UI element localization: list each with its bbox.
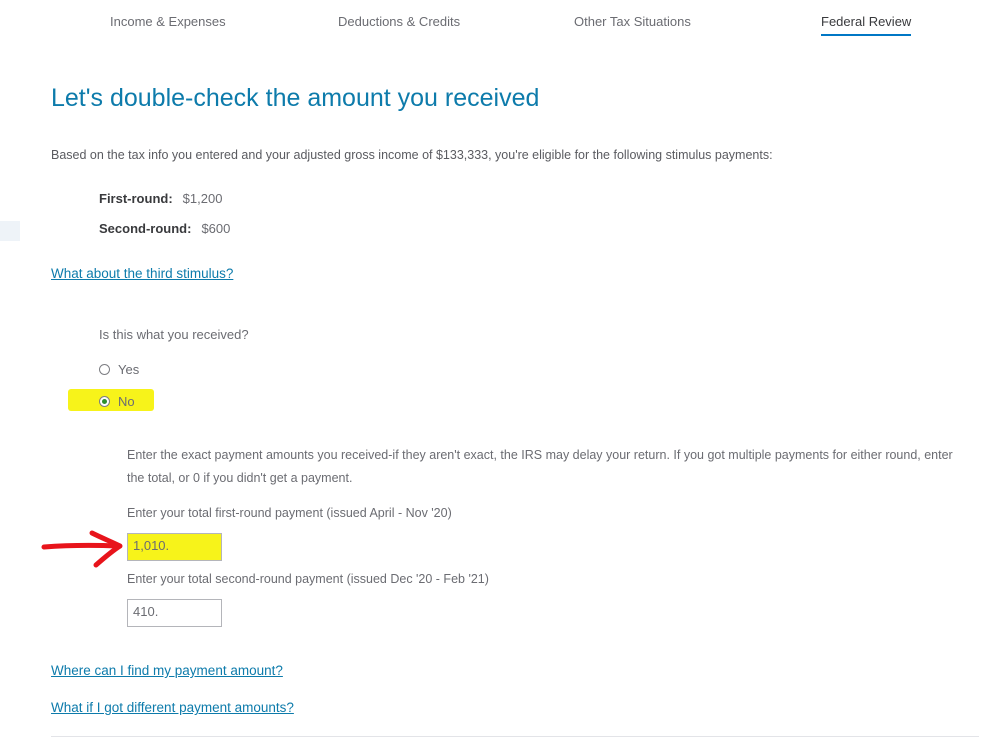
payment-label: Second-round:	[99, 221, 192, 236]
progress-tabs: Income & Expenses Deductions & Credits O…	[0, 0, 998, 44]
tab-deductions-credits[interactable]: Deductions & Credits	[338, 14, 460, 34]
payment-amount: $600	[201, 221, 231, 236]
tab-other-tax-situations[interactable]: Other Tax Situations	[574, 14, 691, 34]
third-stimulus-link[interactable]: What about the third stimulus?	[51, 266, 233, 281]
radio-label: Yes	[118, 362, 140, 377]
first-round-input[interactable]: 1,010.	[127, 533, 222, 561]
eligibility-intro: Based on the tax info you entered and yo…	[51, 148, 773, 162]
radio-label: No	[118, 394, 135, 409]
radio-button-selected-icon[interactable]	[99, 396, 110, 407]
different-payment-amounts-link[interactable]: What if I got different payment amounts?	[51, 700, 294, 715]
tab-federal-review[interactable]: Federal Review	[821, 14, 912, 36]
radio-option-no[interactable]: No	[99, 394, 135, 409]
sidebar-edge-marker	[0, 221, 20, 241]
payment-row-second: Second-round: $600	[99, 221, 230, 236]
payment-amount: $1,200	[182, 191, 223, 206]
second-round-label: Enter your total second-round payment (i…	[127, 572, 489, 586]
second-round-input[interactable]: 410.	[127, 599, 222, 627]
divider	[51, 736, 979, 737]
payment-label: First-round:	[99, 191, 173, 206]
red-arrow-icon	[41, 530, 123, 568]
first-round-label: Enter your total first-round payment (is…	[127, 506, 452, 520]
payment-row-first: First-round: $1,200	[99, 191, 222, 206]
page-title: Let's double-check the amount you receiv…	[51, 84, 540, 112]
payment-instructions: Enter the exact payment amounts you rece…	[127, 448, 953, 485]
tab-income-expenses[interactable]: Income & Expenses	[110, 14, 226, 34]
find-payment-amount-link[interactable]: Where can I find my payment amount?	[51, 663, 283, 678]
radio-option-yes[interactable]: Yes	[99, 362, 139, 377]
radio-button-icon[interactable]	[99, 364, 110, 375]
received-question: Is this what you received?	[99, 327, 249, 342]
